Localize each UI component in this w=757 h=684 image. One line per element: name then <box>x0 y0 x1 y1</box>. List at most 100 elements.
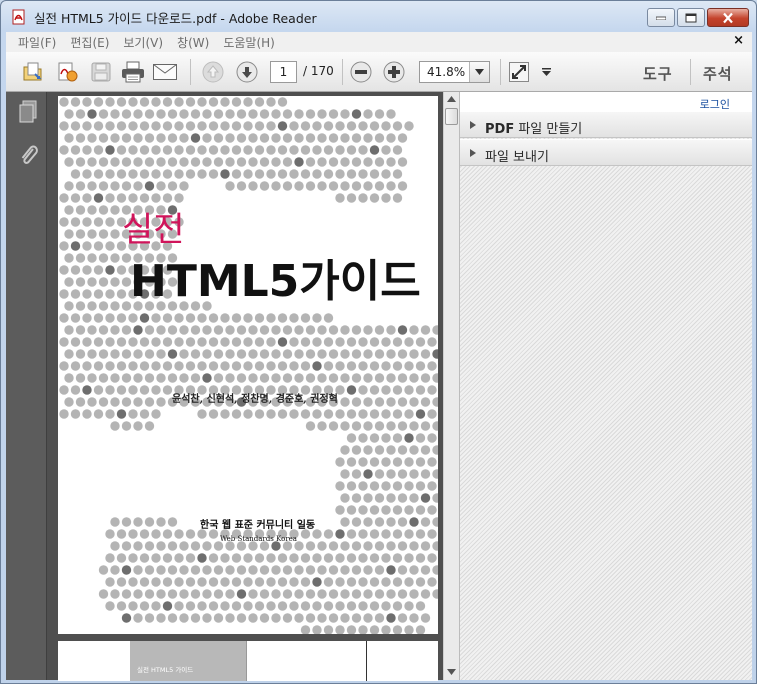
open-button[interactable] <box>20 59 46 85</box>
cover-dot <box>243 97 253 107</box>
cover-dot <box>110 157 120 167</box>
zoom-out-button[interactable] <box>348 59 374 85</box>
cover-dot <box>305 589 316 599</box>
previous-page-button[interactable] <box>200 59 226 85</box>
cover-dot <box>105 313 115 323</box>
create-pdf-section[interactable]: PDF 파일 만들기 <box>460 111 752 138</box>
page-thumbnails-icon[interactable] <box>18 100 38 124</box>
menu-help[interactable]: 도움말(H) <box>223 34 275 51</box>
cover-dot <box>82 265 92 275</box>
menu-file[interactable]: 파일(F) <box>18 34 56 51</box>
cover-dot <box>409 325 419 335</box>
cover-dot <box>335 529 345 539</box>
cover-dot <box>144 613 155 623</box>
next-page-button[interactable] <box>234 59 260 85</box>
page-number-input[interactable]: 1 <box>270 61 297 83</box>
cover-dot <box>271 181 281 191</box>
cover-dot <box>156 109 166 119</box>
cover-dot <box>420 589 431 599</box>
cover-dot <box>404 385 414 395</box>
vertical-scrollbar[interactable] <box>443 92 459 680</box>
cover-dot <box>374 109 385 119</box>
cover-dot <box>93 361 104 371</box>
print-button[interactable] <box>120 59 146 85</box>
cover-dot <box>202 325 212 335</box>
cover-dot <box>358 361 368 371</box>
cover-dot <box>220 361 230 371</box>
minimize-button[interactable] <box>647 8 675 27</box>
cover-dot <box>420 565 431 575</box>
tools-pane-header: 로그인 <box>460 92 752 112</box>
cover-dot <box>317 349 327 359</box>
zoom-select[interactable]: 41.8% <box>419 61 490 83</box>
cover-dot <box>133 349 143 359</box>
title-bar[interactable]: 실전 HTML5 가이드 다운로드.pdf - Adobe Reader <box>1 1 756 31</box>
cover-dot <box>98 349 109 359</box>
cover-dot <box>323 409 334 419</box>
login-link[interactable]: 로그인 <box>700 96 730 112</box>
close-document-button[interactable]: × <box>733 33 744 48</box>
cover-dot <box>300 625 311 634</box>
cover-dot <box>358 337 368 347</box>
cover-dot <box>110 181 120 191</box>
cover-dot <box>282 325 293 335</box>
cover-dot <box>236 613 247 623</box>
close-window-button[interactable] <box>707 8 749 27</box>
cover-dot <box>340 493 350 503</box>
maximize-button[interactable] <box>677 8 705 27</box>
cover-dot <box>420 493 431 503</box>
scroll-down-icon[interactable] <box>447 669 456 675</box>
cover-dot <box>340 325 350 335</box>
create-pdf-button[interactable] <box>54 59 80 85</box>
document-view[interactable]: 실전 HTML5가이드 윤석찬, 신현석, 정찬명, 경준호, 권정혁 한국 웹 표준… <box>47 92 443 681</box>
cover-dot <box>346 505 357 515</box>
zoom-dropdown-button[interactable] <box>469 62 489 82</box>
cover-dot <box>346 625 357 634</box>
cover-dot <box>156 133 166 143</box>
cover-dot <box>404 337 414 347</box>
cover-dot <box>335 553 345 563</box>
cover-dot <box>397 517 408 527</box>
cover-dot <box>162 193 173 203</box>
fit-window-button[interactable] <box>506 59 532 85</box>
cover-dot <box>82 97 92 107</box>
cover-dot <box>144 325 155 335</box>
email-button[interactable] <box>152 59 178 85</box>
cover-dot <box>328 133 339 143</box>
cover-dot <box>179 109 189 119</box>
cover-dot <box>208 145 219 155</box>
menu-view[interactable]: 보기(V) <box>123 34 163 51</box>
cover-dot <box>381 385 391 395</box>
scroll-thumb[interactable] <box>445 108 458 125</box>
cover-dot <box>151 553 161 563</box>
cover-dot <box>328 541 339 551</box>
tools-pane-button[interactable]: 도구 <box>643 63 673 84</box>
cover-dot <box>381 601 391 611</box>
cover-dot <box>110 301 120 311</box>
cover-dot <box>335 601 345 611</box>
cover-dot <box>277 409 288 419</box>
cover-dot <box>93 313 104 323</box>
zoom-in-button[interactable] <box>381 59 407 85</box>
navigation-pane <box>6 92 47 680</box>
cover-dot <box>220 601 230 611</box>
comment-pane-button[interactable]: 주석 <box>703 63 733 84</box>
cover-dot <box>202 109 212 119</box>
menu-window[interactable]: 창(W) <box>177 34 209 51</box>
cover-dot <box>248 109 258 119</box>
attachments-paperclip-icon[interactable] <box>18 142 40 168</box>
menu-edit[interactable]: 편집(E) <box>70 34 109 51</box>
cover-dot <box>75 325 86 335</box>
save-button[interactable] <box>88 59 114 85</box>
reader-window: 실전 HTML5 가이드 다운로드.pdf - Adobe Reader 파일(… <box>0 0 757 684</box>
more-tools-dropdown[interactable] <box>538 59 554 85</box>
cover-dot <box>420 397 431 407</box>
cover-dot <box>323 577 334 587</box>
cover-dot <box>346 553 357 563</box>
send-file-section[interactable]: 파일 보내기 <box>460 139 752 166</box>
cover-dot <box>392 457 403 467</box>
cover-dot <box>289 577 299 587</box>
cover-dot <box>300 601 311 611</box>
scroll-up-icon[interactable] <box>447 96 456 102</box>
cover-dot <box>404 529 414 539</box>
